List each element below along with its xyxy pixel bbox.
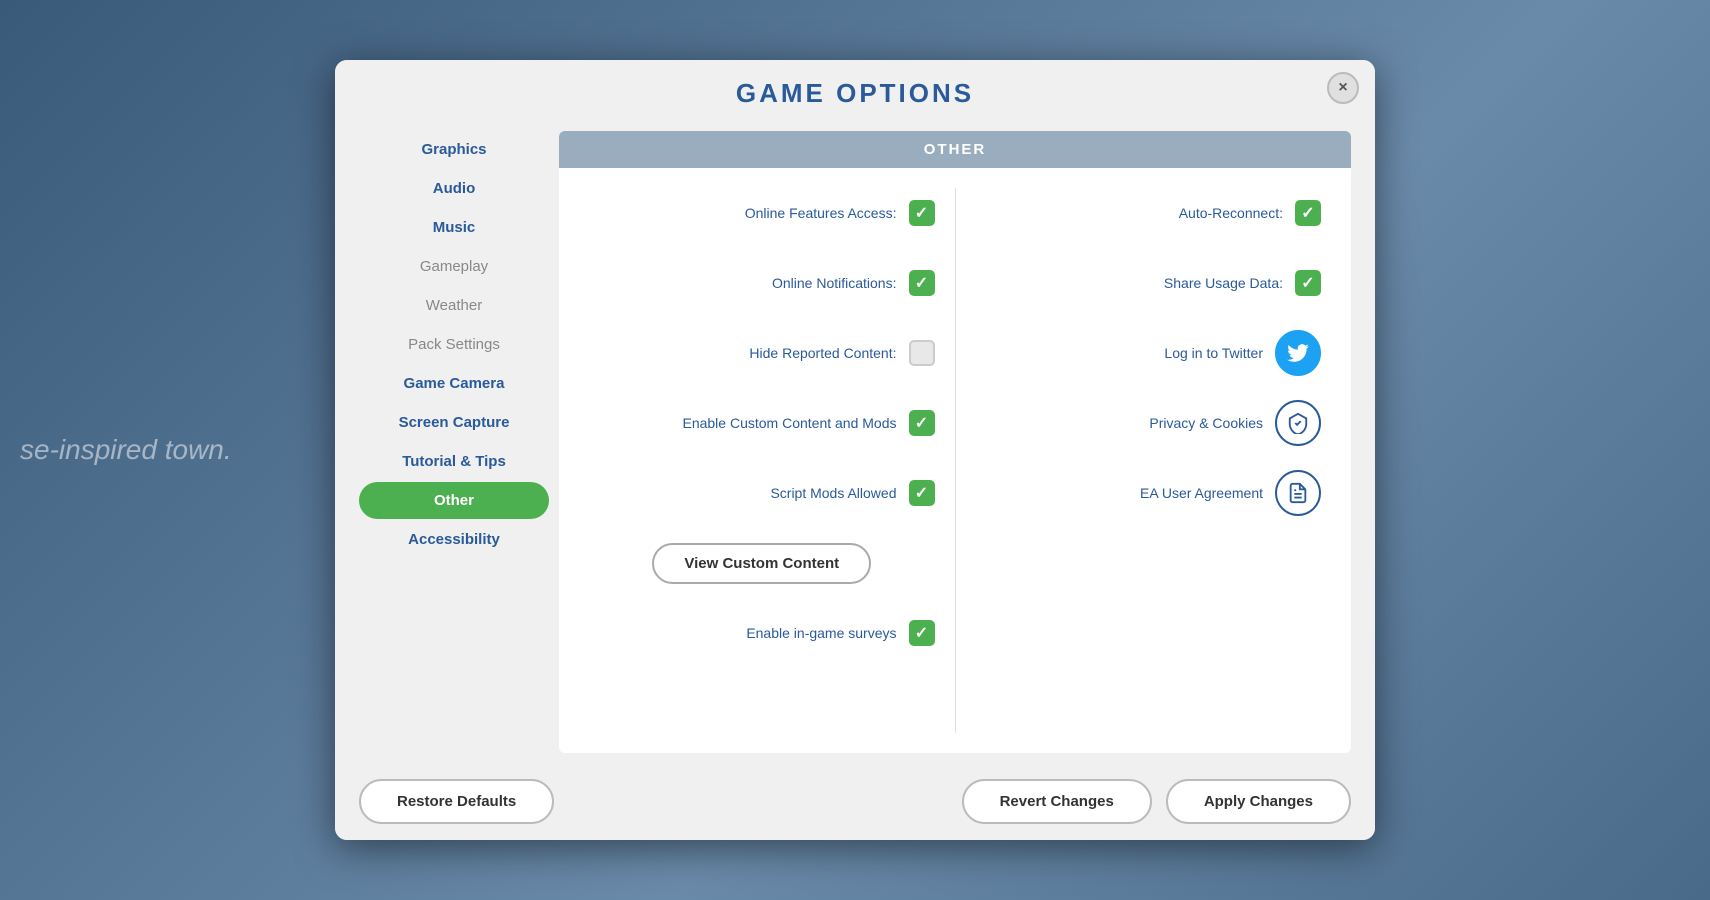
enable-surveys-label: Enable in-game surveys [746,625,896,641]
game-options-modal: Game Options × Graphics Audio Music Game… [335,60,1375,840]
revert-changes-button[interactable]: Revert Changes [962,779,1152,824]
hide-reported-row: Hide Reported Content: [589,328,935,378]
online-features-row: Online Features Access: [589,188,935,238]
restore-defaults-button[interactable]: Restore Defaults [359,779,554,824]
sidebar-item-tutorial-tips[interactable]: Tutorial & Tips [359,443,549,480]
privacy-cookies-button[interactable] [1275,400,1321,446]
close-button[interactable]: × [1327,72,1359,104]
modal-title: Game Options [736,78,974,108]
script-mods-label: Script Mods Allowed [770,485,896,501]
log-twitter-label: Log in to Twitter [1164,345,1263,361]
ea-agreement-label: EA User Agreement [1140,485,1263,501]
sidebar: Graphics Audio Music Gameplay Weather Pa… [359,121,549,763]
content-panel: Other Online Features Access: Online Not… [559,131,1351,753]
modal-footer: Restore Defaults Revert Changes Apply Ch… [335,763,1375,840]
online-features-checkbox[interactable] [909,200,935,226]
modal-body: Graphics Audio Music Gameplay Weather Pa… [335,121,1375,763]
twitter-icon [1287,344,1309,362]
content-header: Other [559,131,1351,168]
hide-reported-checkbox[interactable] [909,340,935,366]
content-body: Online Features Access: Online Notificat… [559,168,1351,753]
modal-overlay: Game Options × Graphics Audio Music Game… [0,0,1710,900]
online-notifications-row: Online Notifications: [589,258,935,308]
privacy-cookies-label: Privacy & Cookies [1149,415,1263,431]
document-icon [1287,482,1309,504]
script-mods-checkbox[interactable] [909,480,935,506]
share-usage-checkbox[interactable] [1295,270,1321,296]
enable-custom-label: Enable Custom Content and Mods [682,415,896,431]
ea-agreement-button[interactable] [1275,470,1321,516]
enable-custom-checkbox[interactable] [909,410,935,436]
enable-custom-row: Enable Custom Content and Mods [589,398,935,448]
ea-agreement-row: EA User Agreement [976,468,1322,518]
sidebar-item-accessibility[interactable]: Accessibility [359,521,549,558]
enable-surveys-checkbox[interactable] [909,620,935,646]
share-usage-row: Share Usage Data: [976,258,1322,308]
view-custom-button[interactable]: View Custom Content [652,543,871,584]
left-column: Online Features Access: Online Notificat… [589,188,935,733]
sidebar-item-pack-settings[interactable]: Pack Settings [359,326,549,363]
sidebar-item-weather[interactable]: Weather [359,287,549,324]
footer-right-buttons: Revert Changes Apply Changes [962,779,1351,824]
shield-check-icon [1287,412,1309,434]
twitter-button[interactable] [1275,330,1321,376]
online-features-label: Online Features Access: [745,205,897,221]
privacy-cookies-row: Privacy & Cookies [976,398,1322,448]
script-mods-row: Script Mods Allowed [589,468,935,518]
right-column: Auto-Reconnect: Share Usage Data: Log in… [976,188,1322,733]
column-divider [955,188,956,733]
online-notifications-checkbox[interactable] [909,270,935,296]
sidebar-item-graphics[interactable]: Graphics [359,131,549,168]
modal-header: Game Options × [335,60,1375,121]
apply-changes-button[interactable]: Apply Changes [1166,779,1351,824]
auto-reconnect-row: Auto-Reconnect: [976,188,1322,238]
enable-surveys-row: Enable in-game surveys [589,608,935,658]
sidebar-item-music[interactable]: Music [359,209,549,246]
sidebar-item-screen-capture[interactable]: Screen Capture [359,404,549,441]
auto-reconnect-label: Auto-Reconnect: [1179,205,1283,221]
online-notifications-label: Online Notifications: [772,275,897,291]
sidebar-item-gameplay[interactable]: Gameplay [359,248,549,285]
view-custom-row: View Custom Content [589,538,935,588]
log-twitter-row: Log in to Twitter [976,328,1322,378]
share-usage-label: Share Usage Data: [1164,275,1283,291]
sidebar-item-other[interactable]: Other [359,482,549,519]
sidebar-item-audio[interactable]: Audio [359,170,549,207]
sidebar-item-game-camera[interactable]: Game Camera [359,365,549,402]
hide-reported-label: Hide Reported Content: [749,345,896,361]
auto-reconnect-checkbox[interactable] [1295,200,1321,226]
